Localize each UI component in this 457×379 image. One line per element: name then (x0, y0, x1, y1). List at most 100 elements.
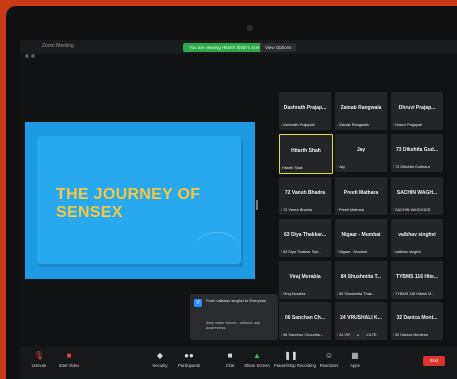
slide-title: THE JOURNEY OF SENSEX (56, 186, 200, 222)
participant-label: /Viraj Morabia (281, 292, 329, 296)
share-screen-label: Share Screen (244, 363, 270, 368)
window-controls[interactable] (25, 45, 37, 63)
mic-muted-icon: / (393, 250, 395, 254)
participant-label-text: vaibhav singhvi (395, 250, 422, 254)
participant-label: /72 Vansh Bhadra (281, 208, 329, 212)
slide-decoration (195, 232, 239, 263)
participant-name: Dhruvi Prajap... (398, 105, 436, 111)
participant-label: /Zainab Rangwala (337, 123, 385, 127)
participant-name: Viraj Morabia (289, 274, 321, 280)
mic-muted-icon: / (337, 333, 339, 337)
participant-label: /TYBMS 116 Hitesh M... (393, 292, 441, 296)
participant-tile[interactable]: 32 Danica Mont... /32 Danica Monteiro (391, 302, 443, 340)
participant-tile[interactable]: 73 Dikshita Gud... /73 Dikshita Gudhara (391, 134, 443, 172)
mic-muted-icon: / (393, 333, 395, 337)
slide-title-line2: SENSEX (56, 204, 123, 221)
participant-name: Preeti Mathara (343, 190, 379, 196)
share-screen-button[interactable]: ▲ Share Screen (240, 350, 274, 368)
end-button[interactable]: End (423, 356, 445, 366)
participant-tile[interactable]: Viraj Morabia/Viraj Morabia (279, 261, 331, 299)
meeting-toolbar: 🎙 Unmute ■ Start Video ◆ Security ●● Par… (20, 346, 457, 379)
participants-label: Participants (178, 363, 200, 368)
participant-label-text: TYBMS 116 Hitesh M... (395, 292, 435, 296)
participant-label: /Dashrath Prajapati (281, 123, 329, 127)
participant-name: 24 VRUSHALI K... (340, 315, 382, 321)
mic-muted-icon: / (337, 123, 339, 127)
window-title: Zoom Meeting (42, 43, 74, 49)
participant-label-text: 73 Dikshita Gudhara (395, 165, 430, 169)
participant-label: /SACHIN WAGHODE (393, 208, 441, 212)
participant-tile[interactable]: 72 Vansh Bhadra/72 Vansh Bhadra (279, 177, 331, 215)
participant-tile[interactable]: Hitarth Shah Hitarth Shah (279, 134, 333, 174)
participant-label: /Nigaar - Mumbai (337, 250, 385, 254)
participant-name: 84 Shushmita T... (340, 274, 382, 280)
participant-label-text: Hitarth Shah (282, 166, 304, 170)
participant-tile[interactable]: Zainab Rangwala/Zainab Rangwala (335, 92, 387, 130)
record-label: Pause/Stop Recording (274, 363, 316, 368)
chat-sender: From vaibhav singhvi to Everyone (206, 298, 267, 303)
apps-button[interactable]: ▦ Apps (338, 350, 372, 368)
chat-avatar: V (194, 299, 202, 307)
participant-name: 32 Danica Mont... (396, 315, 438, 321)
participant-label: /Jay (337, 165, 385, 169)
chat-notification[interactable]: V From vaibhav singhvi to Everyone they … (190, 294, 278, 340)
slide-title-line1: THE JOURNEY OF (56, 186, 201, 203)
participant-tile[interactable]: vaibhav singhvi/vaibhav singhvi (391, 219, 443, 257)
participant-tile[interactable]: Dhruvi Prajap... /Dhruvi Prajapati (391, 92, 443, 130)
participant-tile[interactable]: TYBMS 116 Hite... /TYBMS 116 Hitesh M... (391, 261, 443, 299)
mic-muted-icon: / (393, 123, 395, 127)
participant-name: SACHIN WAGH... (396, 190, 438, 196)
participant-label-text: Jay (339, 165, 345, 169)
participant-label-text: Nigaar - Mumbai (339, 250, 368, 254)
start-video-button[interactable]: ■ Start Video (52, 350, 86, 368)
participant-label: /73 Dikshita Gudhara (393, 165, 441, 169)
record-button[interactable]: ❚❚ Pause/Stop Recording (274, 350, 316, 368)
participant-tile[interactable]: Jay/Jay (335, 134, 387, 172)
participant-name: Dashrath Prajap... (283, 105, 327, 111)
participant-name: Nigaar - Mumbai (341, 232, 381, 238)
participant-label-text: 84 Shushmita Thak... (339, 292, 375, 296)
view-options-button[interactable]: View Options (260, 43, 297, 52)
participant-label-text: Viraj Morabia (283, 292, 306, 296)
participant-label: /Preeti Mathara (337, 208, 385, 212)
participant-label-text: Dhruvi Prajapati (395, 123, 423, 127)
mic-muted-icon: / (393, 165, 395, 169)
chevron-down-icon[interactable]: ⌄ (350, 331, 366, 339)
participant-name: 73 Dikshita Gud... (396, 147, 438, 153)
participant-label-text: 06 Sanchan Choudha... (283, 333, 323, 337)
participant-label-text: 32 Danica Monteiro (395, 333, 428, 337)
participant-label-text: SACHIN WAGHODE (395, 208, 431, 212)
participant-tile[interactable]: 06 Sanchan Ch... /06 Sanchan Choudha... (279, 302, 331, 340)
participant-tile[interactable]: Nigaar - Mumbai/Nigaar - Mumbai (335, 219, 387, 257)
participant-name: 72 Vansh Bhadra (284, 190, 326, 196)
split-handle[interactable] (256, 200, 258, 210)
participant-tile[interactable]: 84 Shushmita T... /84 Shushmita Thak... (335, 261, 387, 299)
mic-muted-icon: / (281, 208, 283, 212)
participant-tile[interactable]: Preeti Mathara/Preeti Mathara (335, 177, 387, 215)
participant-name: Hitarth Shah (291, 148, 321, 154)
participant-tile[interactable]: SACHIN WAGH... /SACHIN WAGHODE (391, 177, 443, 215)
participant-name: Jay (356, 147, 366, 153)
title-bar: Zoom Meeting You are viewing Hitarth Sha… (20, 40, 457, 58)
participant-label: /32 Danica Monteiro (393, 333, 441, 337)
mic-muted-icon: / (337, 208, 339, 212)
unmute-button[interactable]: 🎙 Unmute (22, 350, 56, 368)
mic-muted-icon: / (337, 292, 339, 296)
participant-name: Zainab Rangwala (340, 105, 382, 111)
mic-muted-icon: / (281, 292, 283, 296)
unmute-label: Unmute (31, 363, 47, 368)
participant-label-text: Dashrath Prajapati (283, 123, 315, 127)
start-video-label: Start Video (58, 363, 80, 368)
participants-button[interactable]: ●● Participants (172, 350, 206, 368)
mic-muted-icon: / (281, 333, 283, 337)
participant-label: /06 Sanchan Choudha... (281, 333, 329, 337)
participant-tile[interactable]: 63 Diya Thakkar... /63 Diya Thakkar Syb..… (279, 219, 331, 257)
participant-label: Hitarth Shah (282, 166, 330, 170)
apps-label: Apps (350, 363, 360, 368)
participant-tile[interactable]: Dashrath Prajap... /Dashrath Prajapati (279, 92, 331, 130)
participant-label-text: Preeti Mathara (339, 208, 364, 212)
mic-muted-icon: / (393, 208, 395, 212)
pause-icon: ❚❚ (284, 351, 298, 360)
participant-label: /63 Diya Thakkar Syb... (281, 250, 329, 254)
mic-muted-icon: / (337, 250, 339, 254)
